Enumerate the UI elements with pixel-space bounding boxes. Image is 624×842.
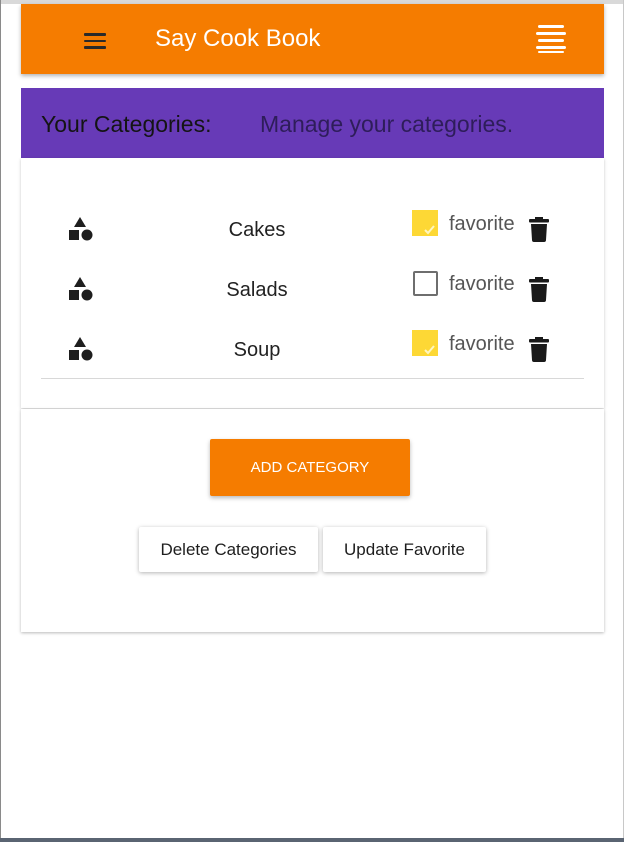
app-toolbar: Say Cook Book bbox=[21, 4, 604, 74]
add-category-button[interactable]: ADD CATEGORY bbox=[210, 439, 410, 496]
window-left-border bbox=[0, 0, 1, 842]
actions-card: ADD CATEGORY Delete Categories Update Fa… bbox=[21, 409, 604, 632]
menu-icon[interactable] bbox=[83, 32, 107, 50]
list-item: Soup favorite bbox=[21, 328, 604, 368]
favorite-checkbox[interactable] bbox=[413, 271, 438, 296]
category-list: Cakes favorite Salads favorite Soup favo… bbox=[21, 158, 604, 408]
category-name: Cakes bbox=[228, 219, 286, 241]
shapes-icon bbox=[68, 216, 94, 242]
stack-icon[interactable] bbox=[534, 24, 568, 54]
list-item: Salads favorite bbox=[21, 268, 604, 308]
page-subtitle: Manage your categories. bbox=[260, 111, 514, 137]
favorite-checkbox[interactable] bbox=[412, 330, 438, 356]
window-bottom-border bbox=[0, 838, 624, 842]
favorite-checkbox[interactable] bbox=[412, 210, 438, 236]
shapes-icon bbox=[68, 276, 94, 302]
shapes-icon bbox=[68, 336, 94, 362]
delete-icon[interactable] bbox=[529, 216, 549, 242]
delete-categories-button[interactable]: Delete Categories bbox=[139, 527, 318, 572]
list-item: Cakes favorite bbox=[21, 208, 604, 248]
page-title: Your Categories: bbox=[41, 111, 212, 137]
update-favorite-button[interactable]: Update Favorite bbox=[323, 527, 486, 572]
delete-icon[interactable] bbox=[529, 336, 549, 362]
favorite-label: favorite bbox=[449, 213, 515, 235]
app-title: Say Cook Book bbox=[155, 25, 321, 52]
categories-header: Your Categories: Manage your categories. bbox=[21, 88, 604, 158]
category-name: Salads bbox=[226, 279, 288, 301]
list-divider bbox=[41, 378, 584, 379]
delete-icon[interactable] bbox=[529, 276, 549, 302]
favorite-label: favorite bbox=[449, 273, 515, 295]
category-name: Soup bbox=[233, 339, 281, 361]
favorite-label: favorite bbox=[449, 333, 515, 355]
